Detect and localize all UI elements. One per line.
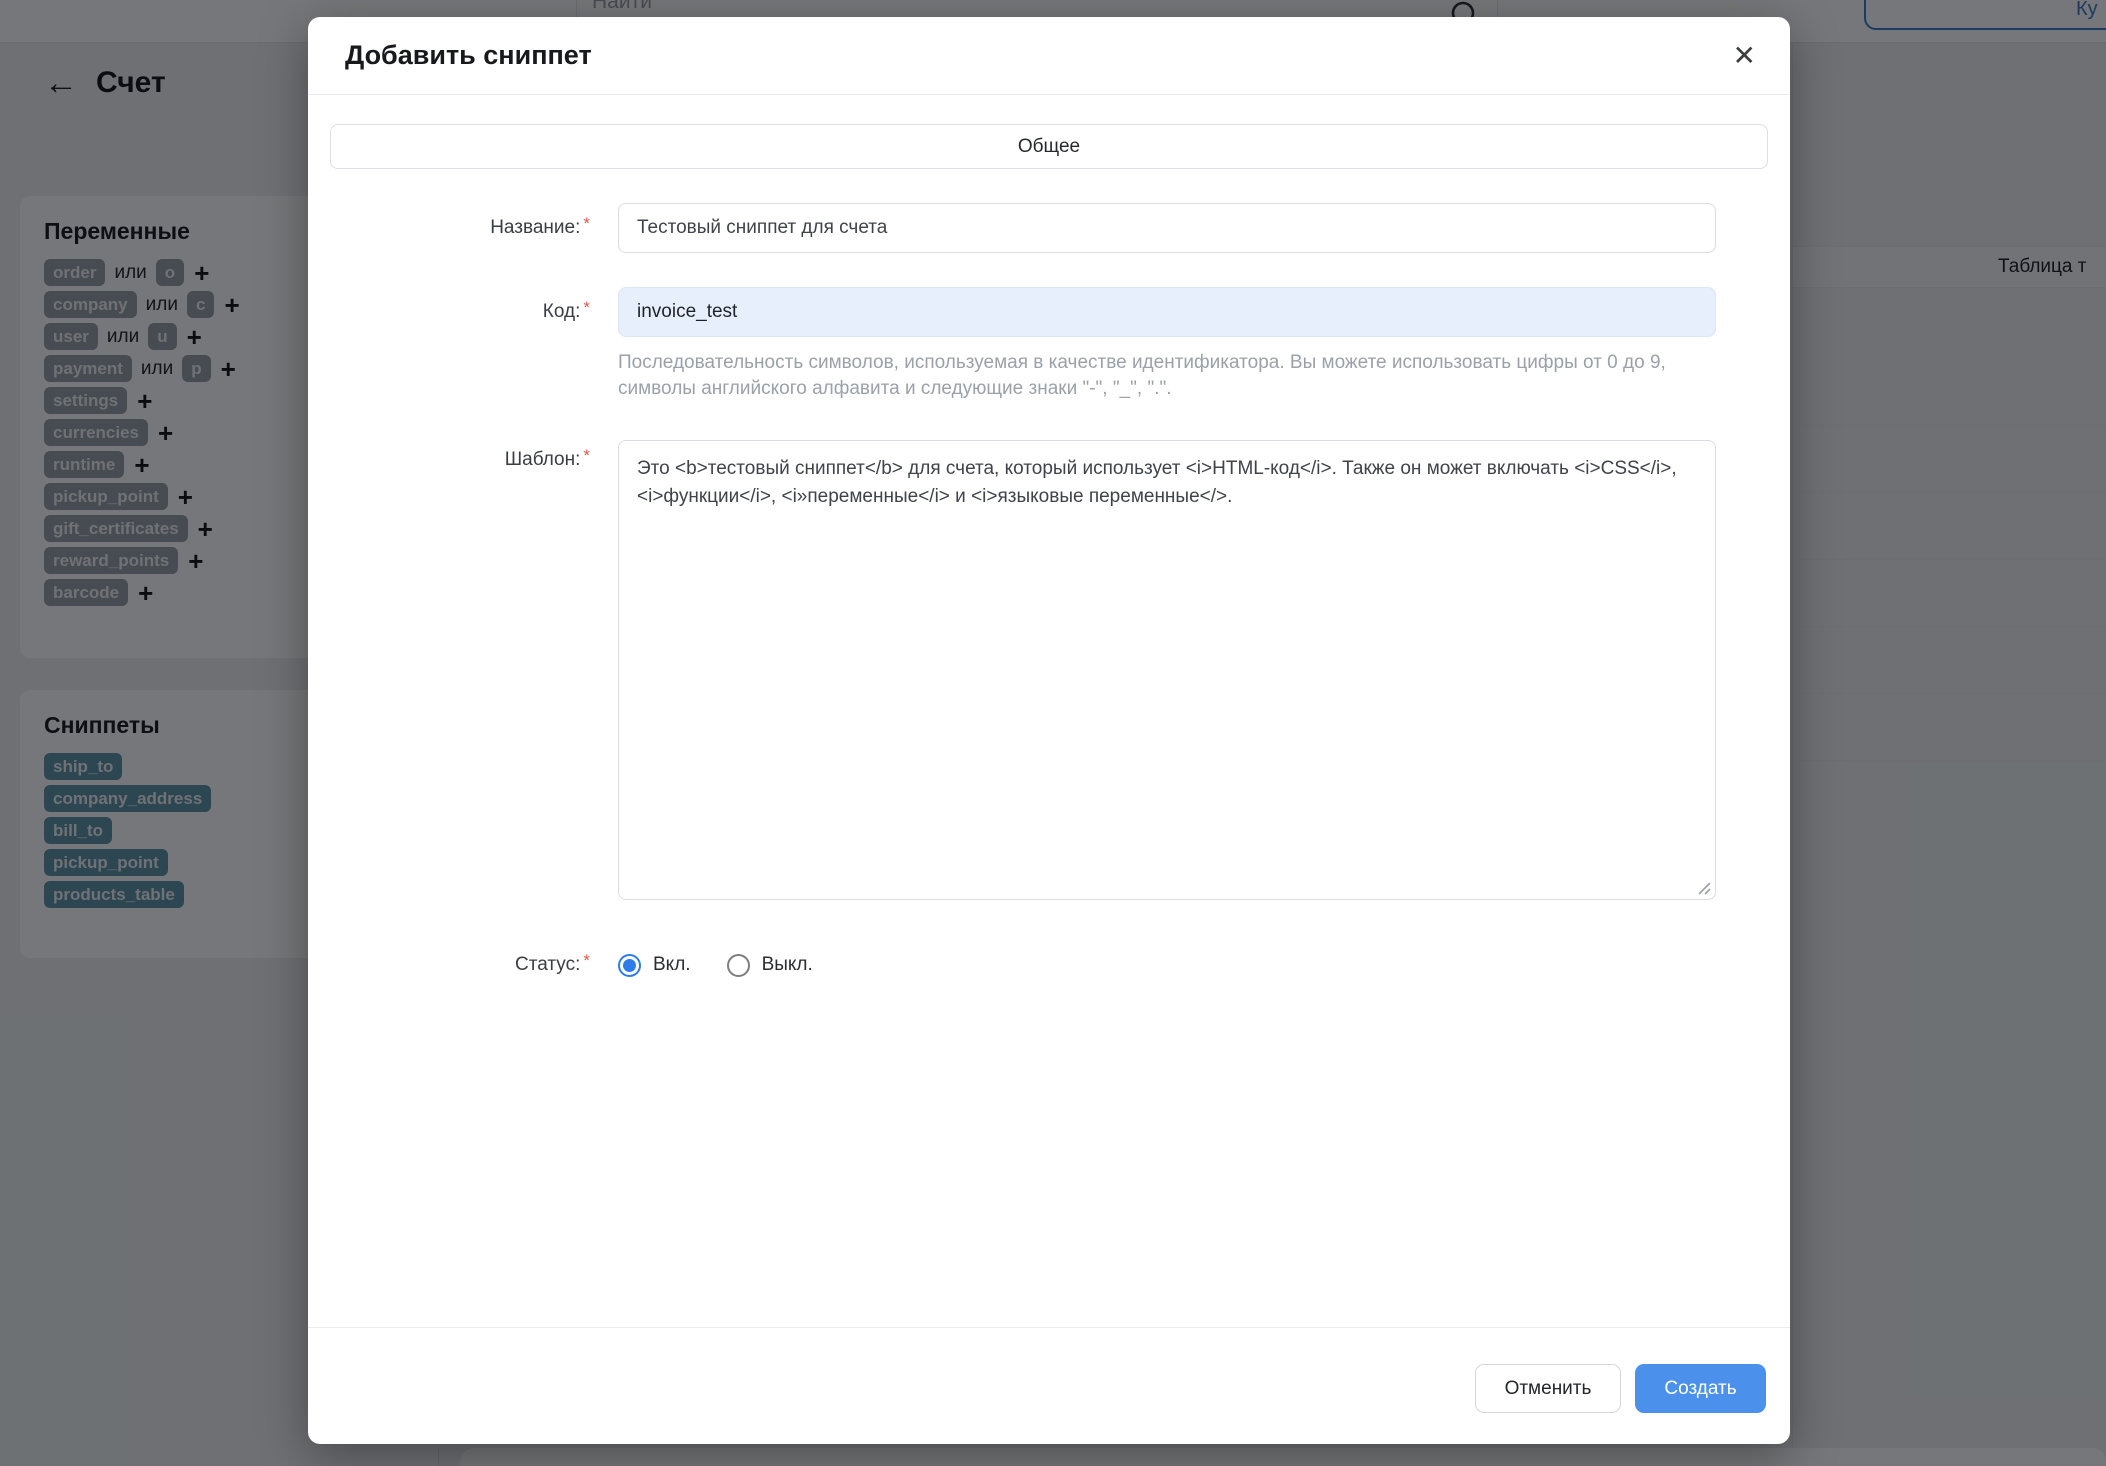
tab-general[interactable]: Общее [330, 124, 1768, 169]
name-input[interactable] [618, 203, 1716, 253]
template-textarea[interactable]: Это <b>тестовый сниппет</b> для счета, к… [618, 440, 1716, 900]
modal-header: Добавить сниппет ✕ [308, 17, 1790, 95]
template-label-text: Шаблон: [505, 449, 581, 471]
required-asterisk: * [583, 951, 590, 971]
radio-icon [727, 954, 750, 977]
status-radio-on[interactable]: Вкл. [618, 954, 691, 977]
status-label: Статус: * [308, 947, 590, 983]
screen: Найти Ку ← Счет Переменные orderилиo+com… [0, 0, 2106, 1466]
add-snippet-modal: Добавить сниппет ✕ Общее Название: * Код… [308, 17, 1790, 1444]
close-icon[interactable]: ✕ [1733, 42, 1756, 70]
name-label: Название: * [308, 203, 590, 253]
name-label-text: Название: [490, 217, 580, 239]
code-input[interactable] [618, 287, 1716, 337]
status-radio-label: Вкл. [653, 954, 691, 976]
modal-footer: Отменить Создать [308, 1327, 1790, 1444]
radio-icon [618, 954, 641, 977]
status-label-text: Статус: [515, 954, 580, 976]
modal-title: Добавить сниппет [345, 40, 592, 71]
create-button[interactable]: Создать [1635, 1364, 1766, 1413]
status-radio-label: Выкл. [762, 954, 813, 976]
code-hint: Последовательность символов, используема… [618, 350, 1723, 402]
required-asterisk: * [583, 446, 590, 466]
required-asterisk: * [583, 298, 590, 318]
status-radio-off[interactable]: Выкл. [727, 954, 813, 977]
cancel-button[interactable]: Отменить [1475, 1364, 1621, 1413]
status-options: Вкл. Выкл. [618, 947, 813, 983]
template-label: Шаблон: * [308, 446, 590, 474]
required-asterisk: * [583, 214, 590, 234]
code-label: Код: * [308, 287, 590, 337]
code-label-text: Код: [543, 301, 581, 323]
